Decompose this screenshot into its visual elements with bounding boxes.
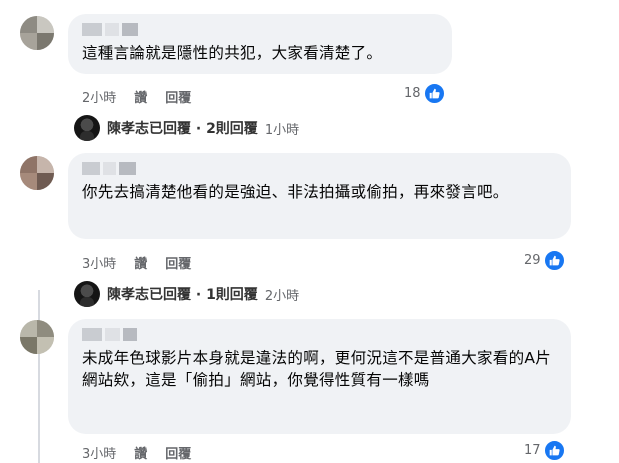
comment-text: 這種言論就是隱性的共犯，大家看清楚了。	[82, 44, 383, 62]
view-replies[interactable]: 陳孝志已回覆 · 2則回覆 1小時	[74, 115, 299, 141]
like-count: 17	[524, 443, 541, 458]
like-button[interactable]: 讚	[134, 443, 147, 462]
blurred-author-name[interactable]	[82, 328, 557, 341]
reaction-count[interactable]: 17	[524, 440, 565, 461]
replies-link[interactable]: 陳孝志已回覆 · 2則回覆	[107, 118, 258, 138]
like-button[interactable]: 讚	[134, 253, 147, 272]
reply-time: 1小時	[264, 122, 300, 138]
thumbs-up-icon	[543, 250, 565, 271]
avatar	[74, 115, 100, 141]
reply-button[interactable]: 回覆	[165, 87, 191, 106]
comment-bubble: 未成年色球影片本身就是違法的啊，更何況這不是普通大家看的A片網站欸，這是「偷拍」…	[68, 319, 571, 434]
comment-time[interactable]: 3小時	[82, 253, 116, 272]
comment-text: 未成年色球影片本身就是違法的啊，更何況這不是普通大家看的A片網站欸，這是「偷拍」…	[82, 349, 552, 389]
avatar[interactable]	[20, 156, 54, 190]
like-count: 18	[404, 86, 421, 101]
reaction-count[interactable]: 29	[524, 250, 565, 271]
blurred-author-name[interactable]	[82, 23, 438, 36]
reaction-count[interactable]: 18	[404, 83, 445, 104]
comment-actions: 3小時 讚 回覆	[82, 443, 191, 462]
comment-text: 你先去搞清楚他看的是強迫、非法拍攝或偷拍，再來發言吧。	[82, 183, 509, 201]
comment-actions: 2小時 讚 回覆	[82, 87, 191, 106]
reply-time: 2小時	[264, 288, 300, 304]
avatar[interactable]	[20, 16, 54, 50]
avatar[interactable]	[20, 320, 54, 354]
like-button[interactable]: 讚	[134, 87, 147, 106]
reply-button[interactable]: 回覆	[165, 443, 191, 462]
view-replies[interactable]: 陳孝志已回覆 · 1則回覆 2小時	[74, 281, 299, 307]
blurred-author-name[interactable]	[82, 162, 557, 175]
comment-time[interactable]: 3小時	[82, 443, 116, 462]
reply-button[interactable]: 回覆	[165, 253, 191, 272]
thumbs-up-icon	[543, 440, 565, 461]
comment-bubble: 這種言論就是隱性的共犯，大家看清楚了。	[68, 14, 452, 74]
comment-bubble: 你先去搞清楚他看的是強迫、非法拍攝或偷拍，再來發言吧。	[68, 153, 571, 239]
thread-line	[38, 290, 40, 463]
comment-time[interactable]: 2小時	[82, 87, 116, 106]
thumbs-up-icon	[423, 83, 445, 104]
avatar	[74, 281, 100, 307]
like-count: 29	[524, 253, 541, 268]
comment-actions: 3小時 讚 回覆	[82, 253, 191, 272]
replies-link[interactable]: 陳孝志已回覆 · 1則回覆	[107, 284, 258, 304]
